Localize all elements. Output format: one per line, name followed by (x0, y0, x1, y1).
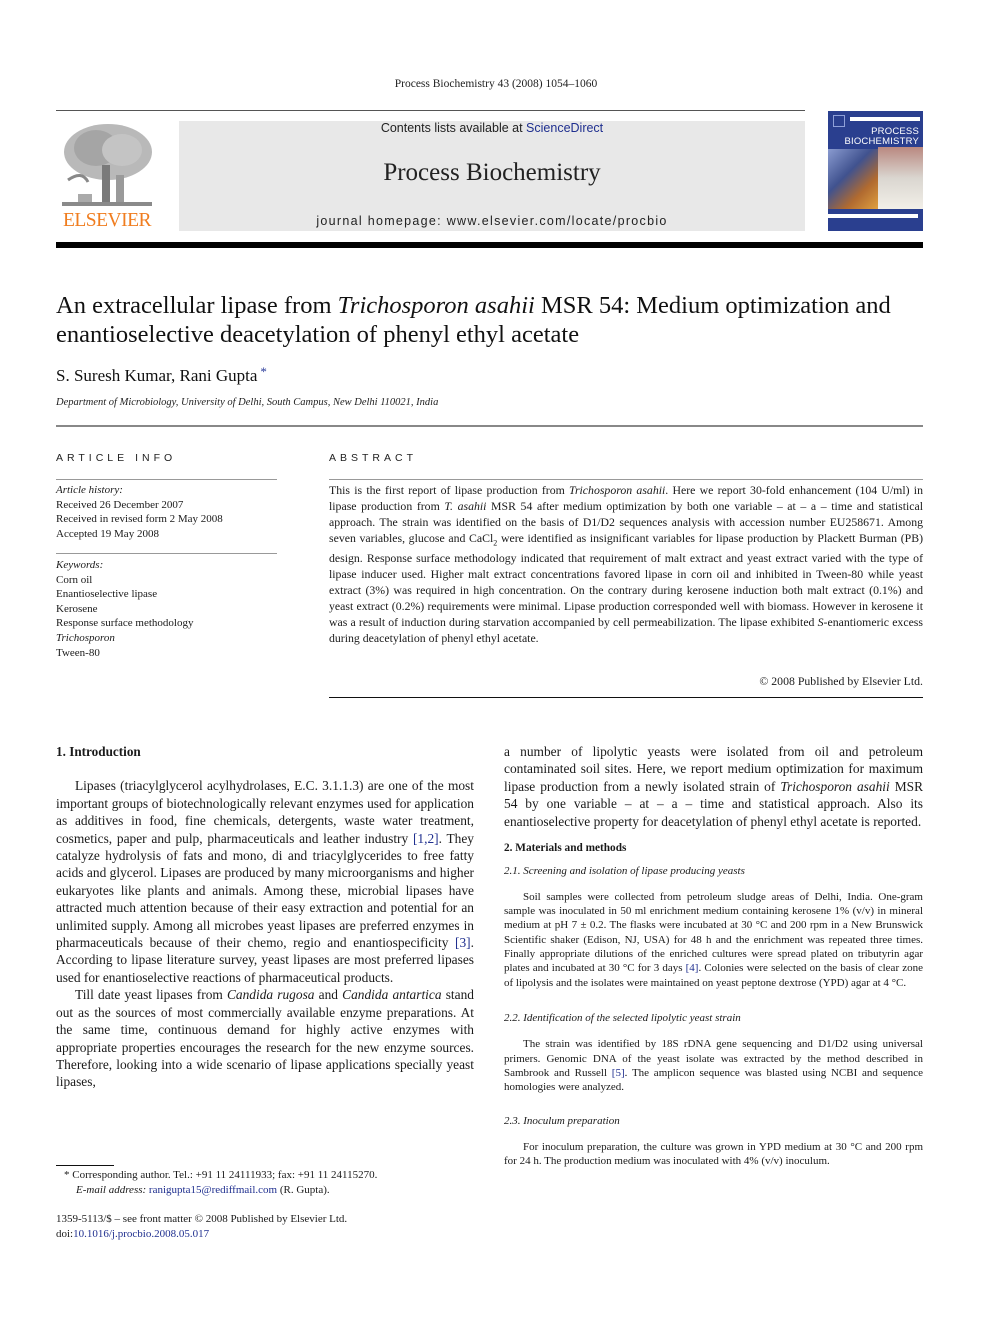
subsection-heading-2-1: 2.1. Screening and isolation of lipase p… (504, 865, 745, 878)
article-info-heading: ARTICLE INFO (56, 452, 177, 464)
paragraph-text: and (314, 987, 343, 1003)
paragraph-2-3: For inoculum preparation, the culture wa… (504, 1140, 923, 1168)
body-column-right: a number of lipolytic yeasts were isolat… (504, 743, 923, 1169)
abstract-bottom-rule (329, 697, 923, 698)
cover-bar (850, 117, 920, 121)
paragraph-text: Till date yeast lipases from (75, 987, 227, 1003)
section-heading-introduction: 1. Introduction (56, 744, 141, 759)
intro-paragraph-2: Till date yeast lipases from Candida rug… (56, 986, 474, 1090)
email-link[interactable]: ranigupta15@rediffmail.com (149, 1184, 277, 1196)
species-name: Candida antartica (342, 987, 442, 1003)
history-item: Accepted 19 May 2008 (56, 527, 159, 540)
affiliation: Department of Microbiology, University o… (56, 397, 439, 408)
contents-line: Contents lists available at ScienceDirec… (179, 121, 805, 136)
abstract-text: This is the first report of lipase produ… (329, 483, 923, 646)
paragraph-2-1: Soil samples were collected from petrole… (504, 890, 923, 990)
journal-banner: Contents lists available at ScienceDirec… (179, 121, 805, 231)
cover-bar-bottom (828, 214, 918, 218)
cover-title-line2: BIOCHEMISTRY (844, 136, 919, 147)
citation-link[interactable]: [1,2] (413, 831, 439, 846)
abstract-span: This is the first report of lipase produ… (329, 483, 570, 497)
masthead-rule (56, 242, 923, 248)
keywords: Keywords: Corn oil Enantioselective lipa… (56, 558, 193, 660)
email-footnote: E-mail address: ranigupta15@rediffmail.c… (56, 1183, 476, 1198)
authors: S. Suresh Kumar, Rani Gupta * (56, 364, 267, 386)
keyword-item: Enantioselective lipase (56, 588, 158, 601)
info-rule (56, 479, 277, 480)
history-item: Received 26 December 2007 (56, 498, 184, 511)
cover-title: PROCESS BIOCHEMISTRY (844, 127, 919, 147)
citation-link[interactable]: [4] (686, 962, 699, 974)
cover-photo-left (828, 149, 878, 209)
footnote-rule (56, 1165, 114, 1166)
paragraph-text: Lipases (triacylglycerol acylhydrolases,… (56, 778, 474, 846)
species-name: Candida rugosa (226, 987, 315, 1003)
keyword-item: Trichosporon (56, 631, 115, 644)
intro-paragraph-continued: a number of lipolytic yeasts were isolat… (504, 743, 923, 830)
top-rule (56, 110, 805, 111)
section-heading-methods: 2. Materials and methods (504, 842, 627, 855)
journal-cover-image[interactable]: PROCESS BIOCHEMISTRY (828, 111, 923, 231)
abstract-copyright: © 2008 Published by Elsevier Ltd. (759, 674, 923, 688)
front-matter: 1359-5113/$ – see front matter © 2008 Pu… (56, 1212, 476, 1241)
cover-logo-icon (833, 115, 845, 127)
abstract-heading: ABSTRACT (329, 452, 418, 464)
cover-photo-right (878, 147, 923, 209)
subsection-heading-2-3: 2.3. Inoculum preparation (504, 1114, 620, 1127)
elsevier-logo[interactable]: ELSEVIER (56, 120, 158, 232)
doi-prefix: doi: (56, 1227, 74, 1240)
subsection-heading-2-2: 2.2. Identification of the selected lipo… (504, 1011, 741, 1024)
keywords-label: Keywords: (56, 559, 104, 571)
doi-link[interactable]: 10.1016/j.procbio.2008.05.017 (73, 1228, 209, 1240)
keyword-item: Response surface methodology (56, 617, 194, 630)
info-rule (56, 553, 277, 554)
abstract-italic: Trichosporon asahii (569, 483, 666, 497)
article-history: Article history: Received 26 December 20… (56, 483, 223, 541)
intro-paragraph-1: Lipases (triacylglycerol acylhydrolases,… (56, 777, 474, 986)
running-head: Process Biochemistry 43 (2008) 1054–1060 (394, 78, 598, 90)
history-item: Received in revised form 2 May 2008 (56, 513, 223, 526)
email-label: E-mail address: (76, 1183, 147, 1196)
elsevier-wordmark: ELSEVIER (62, 210, 152, 231)
author-names: S. Suresh Kumar, Rani Gupta (56, 366, 258, 385)
keyword-item: Tween-80 (56, 646, 100, 659)
keyword-item: Corn oil (56, 573, 93, 586)
title-rule (56, 425, 923, 427)
keyword-item: Kerosene (56, 602, 98, 615)
issn-line: 1359-5113/$ – see front matter © 2008 Pu… (56, 1213, 348, 1225)
abstract-italic: T. asahii (444, 498, 487, 513)
paragraph-text: . They catalyze hydrolysis of fats and m… (56, 830, 475, 951)
title-species: Trichosporon asahii (337, 292, 535, 319)
email-suffix: (R. Gupta). (277, 1183, 330, 1196)
paragraph-text: stand out as the sources of most commerc… (56, 987, 474, 1090)
citation-link[interactable]: [5] (612, 1067, 625, 1079)
paragraph-2-2: The strain was identified by 18S rDNA ge… (504, 1037, 923, 1094)
sciencedirect-link[interactable]: ScienceDirect (526, 121, 603, 135)
footnote-text: Corresponding author. Tel.: +91 11 24111… (69, 1169, 378, 1181)
corresponding-author-mark[interactable]: * (260, 364, 267, 379)
journal-name: Process Biochemistry (383, 159, 601, 186)
footnote: * Corresponding author. Tel.: +91 11 241… (56, 1168, 476, 1197)
elsevier-tree-icon (62, 124, 152, 206)
article-title: An extracellular lipase from Trichosporo… (56, 291, 936, 349)
contents-prefix: Contents lists available at (380, 121, 527, 135)
body-column-left: 1. Introduction Lipases (triacylglycerol… (56, 743, 474, 1091)
citation-link[interactable]: [3] (455, 935, 471, 950)
species-name: Trichosporon asahii (780, 778, 890, 794)
history-label: Article history: (56, 484, 123, 496)
title-text: An extracellular lipase from (56, 292, 338, 319)
journal-homepage[interactable]: journal homepage: www.elsevier.com/locat… (179, 214, 805, 228)
corresponding-author-footnote: * Corresponding author. Tel.: +91 11 241… (56, 1168, 476, 1183)
abstract-rule (329, 479, 923, 480)
doi-line: doi:10.1016/j.procbio.2008.05.017 (56, 1227, 476, 1242)
